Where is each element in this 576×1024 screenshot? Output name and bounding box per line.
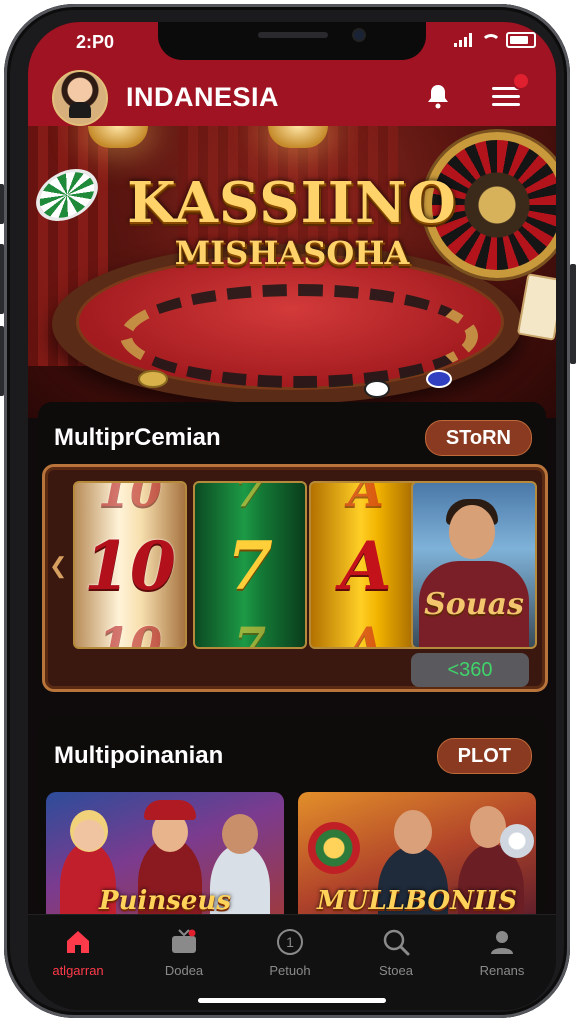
slot-machine[interactable]: ❮ 10 10 10 7 7 7 A A A Souas <360 xyxy=(42,464,548,692)
phone-frame: 2:P0 INDANESIA KASSIINO MISHASOHA Multip… xyxy=(0,4,576,1018)
credit-display: <360 xyxy=(411,653,529,687)
playing-card-icon xyxy=(516,273,556,341)
bell-icon[interactable] xyxy=(424,82,452,110)
host-portrait: Souas xyxy=(411,481,537,649)
table-ring xyxy=(120,284,478,388)
volume-up-button xyxy=(0,244,4,314)
nav-label: Dodea xyxy=(164,963,204,978)
search-icon xyxy=(381,927,411,957)
app-header: INDANESIA xyxy=(28,66,556,126)
notch xyxy=(158,22,426,60)
game-tile[interactable]: MULLBONIIS xyxy=(298,792,536,924)
home-indicator[interactable] xyxy=(198,998,386,1003)
slot-reel: 7 7 7 xyxy=(193,481,307,649)
bottom-navigation: atlgarran Dodea 1 Petuoh Stoea Renans xyxy=(28,914,556,1010)
poker-chip-icon xyxy=(138,370,168,388)
app-title: INDANESIA xyxy=(126,82,280,112)
section-bonus: Multipoinanian PLOT Puinseus MULLBONIIS xyxy=(38,716,546,924)
plot-button[interactable]: PLOT xyxy=(436,738,532,774)
poker-chip-icon xyxy=(426,370,452,388)
signal-icon xyxy=(454,33,472,47)
poker-chip-icon xyxy=(364,380,390,398)
character-face xyxy=(70,810,108,852)
wifi-icon xyxy=(480,33,501,47)
nav-item-videos[interactable]: Dodea xyxy=(134,927,234,978)
info-icon: 1 xyxy=(275,927,305,957)
store-button[interactable]: SToRN xyxy=(424,420,532,456)
screen: 2:P0 INDANESIA KASSIINO MISHASOHA Multip… xyxy=(28,22,556,1010)
jester-hat-icon xyxy=(308,822,360,874)
reel-symbol: 7 xyxy=(233,481,266,517)
mute-switch xyxy=(0,184,4,224)
reel-symbol: 10 xyxy=(97,617,162,649)
nav-label: Stoea xyxy=(379,963,413,978)
slot-reel: 10 10 10 xyxy=(73,481,187,649)
tile-title: Puinseus xyxy=(99,886,231,916)
section-title: Multipoinanian xyxy=(54,742,224,769)
reel-symbol: 7 xyxy=(233,617,266,649)
host-shirt-label: Souas xyxy=(424,587,524,622)
speaker xyxy=(258,32,328,38)
user-icon xyxy=(487,927,517,957)
nav-item-search[interactable]: Stoea xyxy=(346,927,446,978)
nav-item-profile[interactable]: Renans xyxy=(452,927,552,978)
nav-item-info[interactable]: 1 Petuoh xyxy=(240,927,340,978)
character-face xyxy=(222,814,258,854)
volume-down-button xyxy=(0,326,4,396)
nav-label: atlgarran xyxy=(52,963,104,978)
character-face xyxy=(394,810,432,854)
nav-label: Renans xyxy=(479,963,525,978)
hat-icon xyxy=(144,800,196,820)
battery-icon xyxy=(506,32,536,48)
hero-subtitle: MISHASOHA xyxy=(174,234,410,272)
tv-icon xyxy=(169,927,199,957)
section-title: MultiprCemian xyxy=(54,424,221,451)
front-camera xyxy=(354,30,364,40)
host-face xyxy=(449,505,495,559)
game-tile[interactable]: Puinseus xyxy=(46,792,284,924)
soccer-ball-icon xyxy=(500,824,534,858)
reel-symbol: 10 xyxy=(84,527,176,605)
nav-label: Petuoh xyxy=(269,963,311,978)
chevron-left-icon[interactable]: ❮ xyxy=(49,553,67,579)
status-icons xyxy=(454,32,536,48)
slot-reel: A A A xyxy=(309,481,423,649)
section-multiplier: MultiprCemian SToRN ❮ 10 10 10 7 7 7 A A… xyxy=(38,402,548,692)
power-button xyxy=(570,264,576,364)
nav-item-home[interactable]: atlgarran xyxy=(28,927,128,978)
svg-text:1: 1 xyxy=(286,934,294,950)
reel-symbol: A xyxy=(348,481,384,517)
status-time: 2:P0 xyxy=(76,32,115,52)
home-icon xyxy=(63,927,93,957)
hero-banner[interactable]: KASSIINO MISHASOHA xyxy=(28,126,556,418)
avatar[interactable] xyxy=(52,70,108,126)
notification-badge xyxy=(512,72,530,90)
tile-title: MULLBONIIS xyxy=(317,886,517,916)
reel-symbol: 10 xyxy=(97,481,162,517)
reel-symbol: A xyxy=(348,617,384,649)
reel-symbol: A xyxy=(340,527,392,605)
reel-symbol: 7 xyxy=(227,527,273,605)
hero-title: KASSIINO xyxy=(127,170,457,236)
